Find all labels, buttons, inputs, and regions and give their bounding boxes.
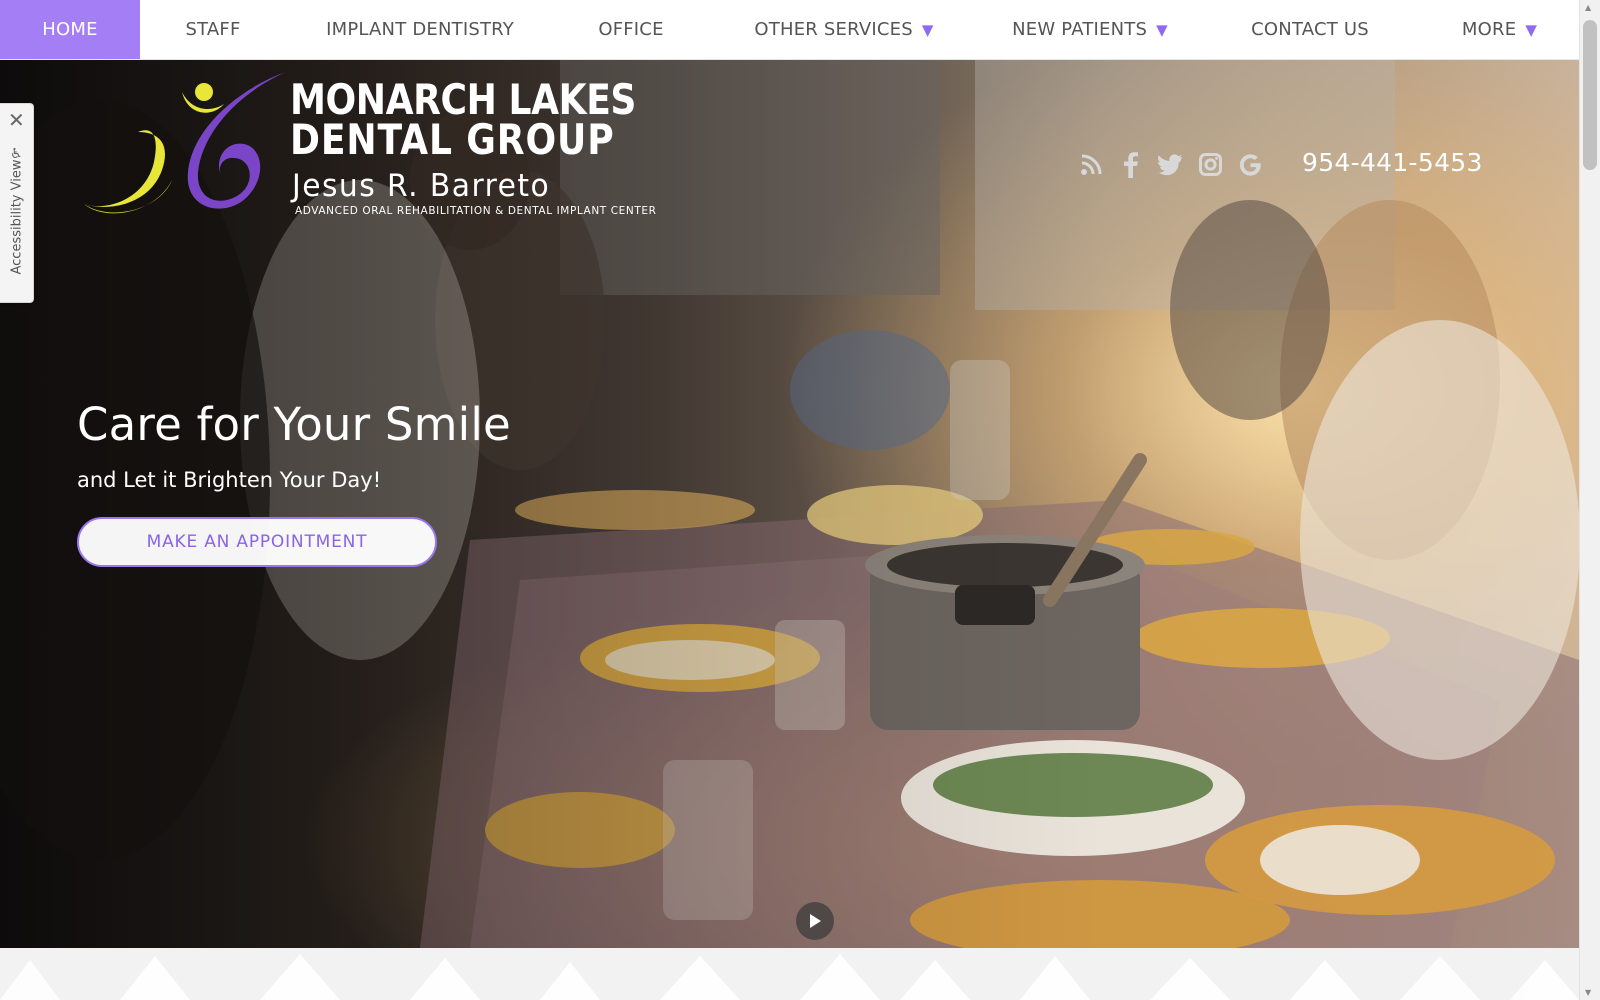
phone-number[interactable]: 954-441-5453 [1302,148,1483,177]
nav-item-implant-dentistry[interactable]: IMPLANT DENTISTRY [286,0,554,59]
chevron-down-icon: ▼ [1525,20,1538,39]
triangle-pattern [0,954,1579,1000]
section-divider-pattern [0,948,1579,1000]
nav-item-label: STAFF [185,19,241,40]
accessibility-view-label: Accessibility View [9,159,25,275]
chevron-down-icon: ▼ [1156,20,1168,39]
accessibility-view-tab[interactable]: ✕ ♿ Accessibility View [0,103,34,303]
logo-mark-icon [84,72,286,214]
nav-item-label: HOME [42,19,98,40]
nav-item-label: OTHER SERVICES [754,19,913,40]
play-button[interactable] [796,902,834,940]
logo-tagline: ADVANCED ORAL REHABILITATION & DENTAL IM… [295,205,657,217]
nav-item-label: MORE [1461,19,1517,40]
instagram-icon[interactable] [1198,152,1223,177]
nav-item-more[interactable]: MORE ▼ [1420,0,1579,59]
nav-item-label: OFFICE [598,19,664,40]
scroll-up-icon[interactable]: ▲ [1585,3,1591,12]
nav-item-label: IMPLANT DENTISTRY [326,19,514,40]
nav-item-office[interactable]: OFFICE [554,0,708,59]
nav-item-label: NEW PATIENTS [1012,19,1148,40]
hero-video: MONARCH LAKES DENTAL GROUP Jesus R. Barr… [0,60,1579,948]
make-appointment-button[interactable]: MAKE AN APPOINTMENT [77,517,437,567]
site-logo[interactable]: MONARCH LAKES DENTAL GROUP Jesus R. Barr… [80,72,656,220]
rss-icon[interactable] [1078,152,1103,177]
nav-item-label: CONTACT US [1251,19,1369,40]
close-icon[interactable]: ✕ [8,110,25,130]
nav-item-staff[interactable]: STAFF [140,0,286,59]
chevron-down-icon: ▼ [921,20,934,39]
scrollbar-thumb[interactable] [1583,20,1597,170]
scroll-down-icon[interactable]: ▼ [1585,988,1591,997]
social-links [1078,151,1263,178]
page-scrollbar[interactable]: ▲ ▼ [1579,0,1600,1000]
nav-item-contact-us[interactable]: CONTACT US [1200,0,1420,59]
nav-item-new-patients[interactable]: NEW PATIENTS ▼ [980,0,1200,59]
logo-title-line2: DENTAL GROUP [290,115,615,164]
nav-item-home[interactable]: HOME [0,0,140,59]
hero-subheadline: and Let it Brighten Your Day! [77,468,382,492]
logo-doctor-name: Jesus R. Barreto [292,168,551,204]
nav-item-other-services[interactable]: OTHER SERVICES ▼ [708,0,980,59]
play-icon [810,914,821,928]
google-icon[interactable] [1238,152,1263,177]
hero-headline: Care for Your Smile [77,398,511,451]
facebook-icon[interactable] [1118,151,1143,178]
twitter-icon[interactable] [1158,152,1183,177]
main-navigation: HOME STAFF IMPLANT DENTISTRY OFFICE OTHE… [0,0,1579,60]
